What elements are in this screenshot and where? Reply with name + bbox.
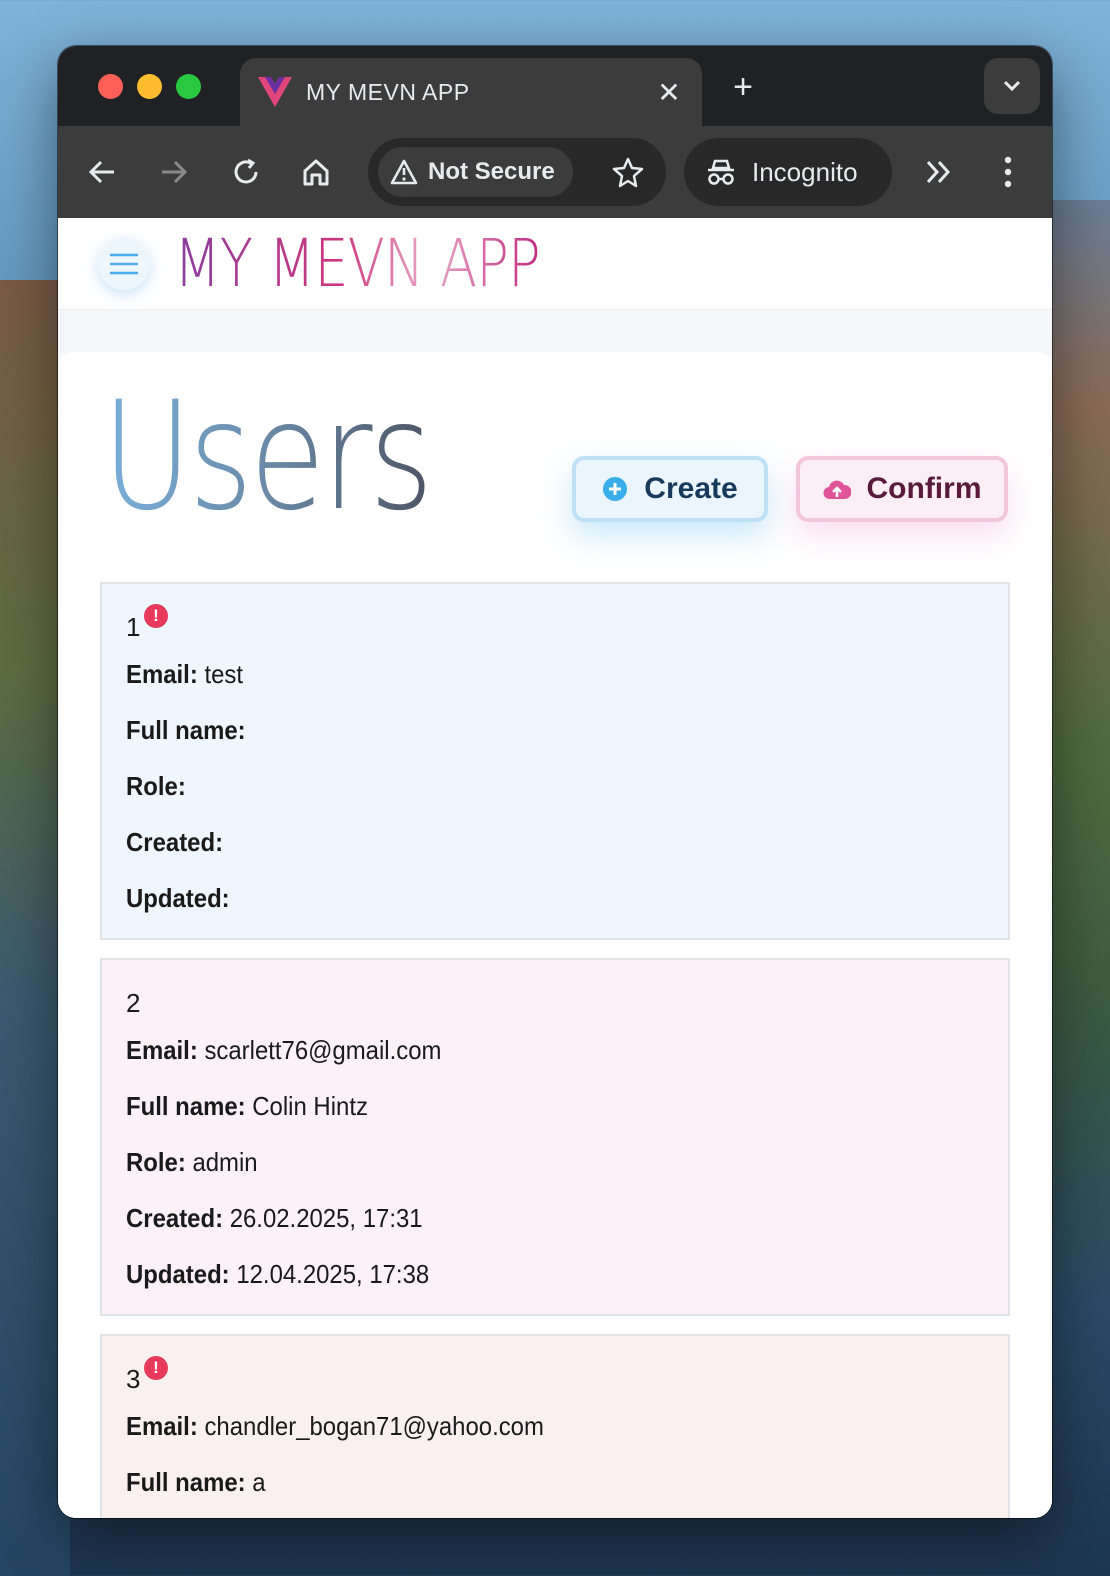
user-number-text: 2 <box>126 988 141 1018</box>
email-label: Email: <box>126 659 198 689</box>
main-content: Users Create Confirm 1 ! Email: test Ful… <box>58 352 1052 1518</box>
forward-button[interactable] <box>154 152 194 192</box>
incognito-icon <box>708 159 734 185</box>
user-updated-row: Updated: <box>126 870 915 926</box>
plus-circle-icon <box>603 477 628 501</box>
app-title: MY MEVN APP <box>174 225 541 302</box>
reload-icon <box>234 158 258 184</box>
user-list: 1 ! Email: test Full name: Role: Created… <box>100 582 1010 1518</box>
incognito-label: Incognito <box>752 156 858 187</box>
user-updated: 12.04.2025, 17:38 <box>236 1259 430 1289</box>
page-title: Users <box>102 370 433 544</box>
window-controls <box>98 74 201 99</box>
user-created: 26.02.2025, 17:31 <box>229 1203 423 1233</box>
warning-icon: ! <box>144 1356 168 1380</box>
user-card[interactable]: 1 ! Email: test Full name: Role: Created… <box>100 582 1010 940</box>
kebab-menu-icon <box>1004 156 1012 188</box>
fullname-label: Full name: <box>126 715 246 745</box>
arrow-right-icon <box>162 160 188 184</box>
created-label: Created: <box>126 1203 224 1233</box>
user-role-row: Role: <box>126 758 915 814</box>
email-label: Email: <box>126 1035 198 1065</box>
user-role: admin <box>192 1147 258 1177</box>
user-email: test <box>204 659 244 689</box>
confirm-button-label: Confirm <box>866 472 982 505</box>
vue-logo-icon <box>258 77 292 107</box>
updated-label: Updated: <box>126 1259 230 1289</box>
email-label: Email: <box>126 1411 198 1441</box>
double-chevron-right-icon <box>926 160 951 184</box>
user-number-text: 1 <box>126 612 141 642</box>
user-created-row: Created: <box>126 814 915 870</box>
tab-search-button[interactable] <box>984 58 1040 114</box>
user-fullname-row: Full name: a <box>126 1454 915 1510</box>
fullname-label: Full name: <box>126 1467 246 1497</box>
home-icon <box>303 159 329 186</box>
user-card[interactable]: 2 Email: scarlett76@gmail.com Full name:… <box>100 958 1010 1316</box>
extensions-overflow-button[interactable] <box>918 152 958 192</box>
user-number: 3 ! <box>126 1352 168 1398</box>
user-card[interactable]: 3 ! Email: chandler_bogan71@yahoo.com Fu… <box>100 1334 1010 1518</box>
security-indicator[interactable]: Not Secure <box>378 147 573 197</box>
bookmark-star-icon[interactable] <box>612 156 644 188</box>
minimize-window-button[interactable] <box>137 74 162 99</box>
tab-title: MY MEVN APP <box>306 78 470 105</box>
create-button[interactable]: Create <box>572 456 768 522</box>
role-label: Role: <box>126 1147 186 1177</box>
browser-toolbar: Not Secure Incognito <box>58 126 1052 218</box>
close-window-button[interactable] <box>98 74 123 99</box>
page-header: Users Create Confirm <box>58 352 1052 572</box>
user-email: chandler_bogan71@yahoo.com <box>204 1411 544 1441</box>
user-role-row: Role: admin <box>126 1134 915 1190</box>
page-viewport: MY MEVN APP Users Create Confirm 1 ! Ema… <box>58 218 1052 1518</box>
user-email-row: Email: chandler_bogan71@yahoo.com <box>126 1398 915 1454</box>
reload-button[interactable] <box>226 152 266 192</box>
chevron-down-icon <box>1003 80 1021 92</box>
create-button-label: Create <box>644 472 738 505</box>
menu-button[interactable] <box>98 237 150 290</box>
cloud-upload-icon <box>823 480 851 500</box>
user-fullname-row: Full name: <box>126 702 915 758</box>
hamburger-icon <box>110 253 138 274</box>
user-number: 2 <box>126 976 140 1022</box>
browser-tab[interactable]: MY MEVN APP ✕ <box>240 58 702 126</box>
app-header: MY MEVN APP <box>58 218 1052 310</box>
maximize-window-button[interactable] <box>176 74 201 99</box>
tab-strip: MY MEVN APP ✕ + <box>58 46 1052 126</box>
user-email-row: Email: scarlett76@gmail.com <box>126 1022 915 1078</box>
warning-triangle-icon <box>390 159 418 185</box>
back-button[interactable] <box>82 152 122 192</box>
address-bar[interactable]: Not Secure <box>368 138 666 206</box>
close-tab-icon[interactable]: ✕ <box>654 76 684 109</box>
user-number-text: 3 <box>126 1364 141 1394</box>
arrow-left-icon <box>88 160 114 184</box>
browser-window: MY MEVN APP ✕ + Not Secure Incognito MY … <box>58 46 1052 1518</box>
warning-icon: ! <box>144 604 168 628</box>
home-button[interactable] <box>296 152 336 192</box>
user-email-row: Email: test <box>126 646 915 702</box>
browser-menu-button[interactable] <box>988 152 1028 192</box>
user-number: 1 ! <box>126 600 168 646</box>
confirm-button[interactable]: Confirm <box>796 456 1008 522</box>
updated-label: Updated: <box>126 883 230 913</box>
new-tab-icon[interactable]: + <box>728 68 758 107</box>
created-label: Created: <box>126 827 224 857</box>
user-updated-row: Updated: 12.04.2025, 17:38 <box>126 1246 915 1302</box>
security-label: Not Secure <box>428 158 555 185</box>
incognito-indicator[interactable]: Incognito <box>684 138 892 206</box>
user-fullname: Colin Hintz <box>252 1091 368 1121</box>
user-email: scarlett76@gmail.com <box>204 1035 442 1065</box>
fullname-label: Full name: <box>126 1091 246 1121</box>
user-created-row: Created: 26.02.2025, 17:31 <box>126 1190 915 1246</box>
user-fullname: a <box>252 1467 266 1497</box>
role-label: Role: <box>126 771 186 801</box>
user-role-row: Role: user <box>126 1510 915 1518</box>
user-fullname-row: Full name: Colin Hintz <box>126 1078 915 1134</box>
